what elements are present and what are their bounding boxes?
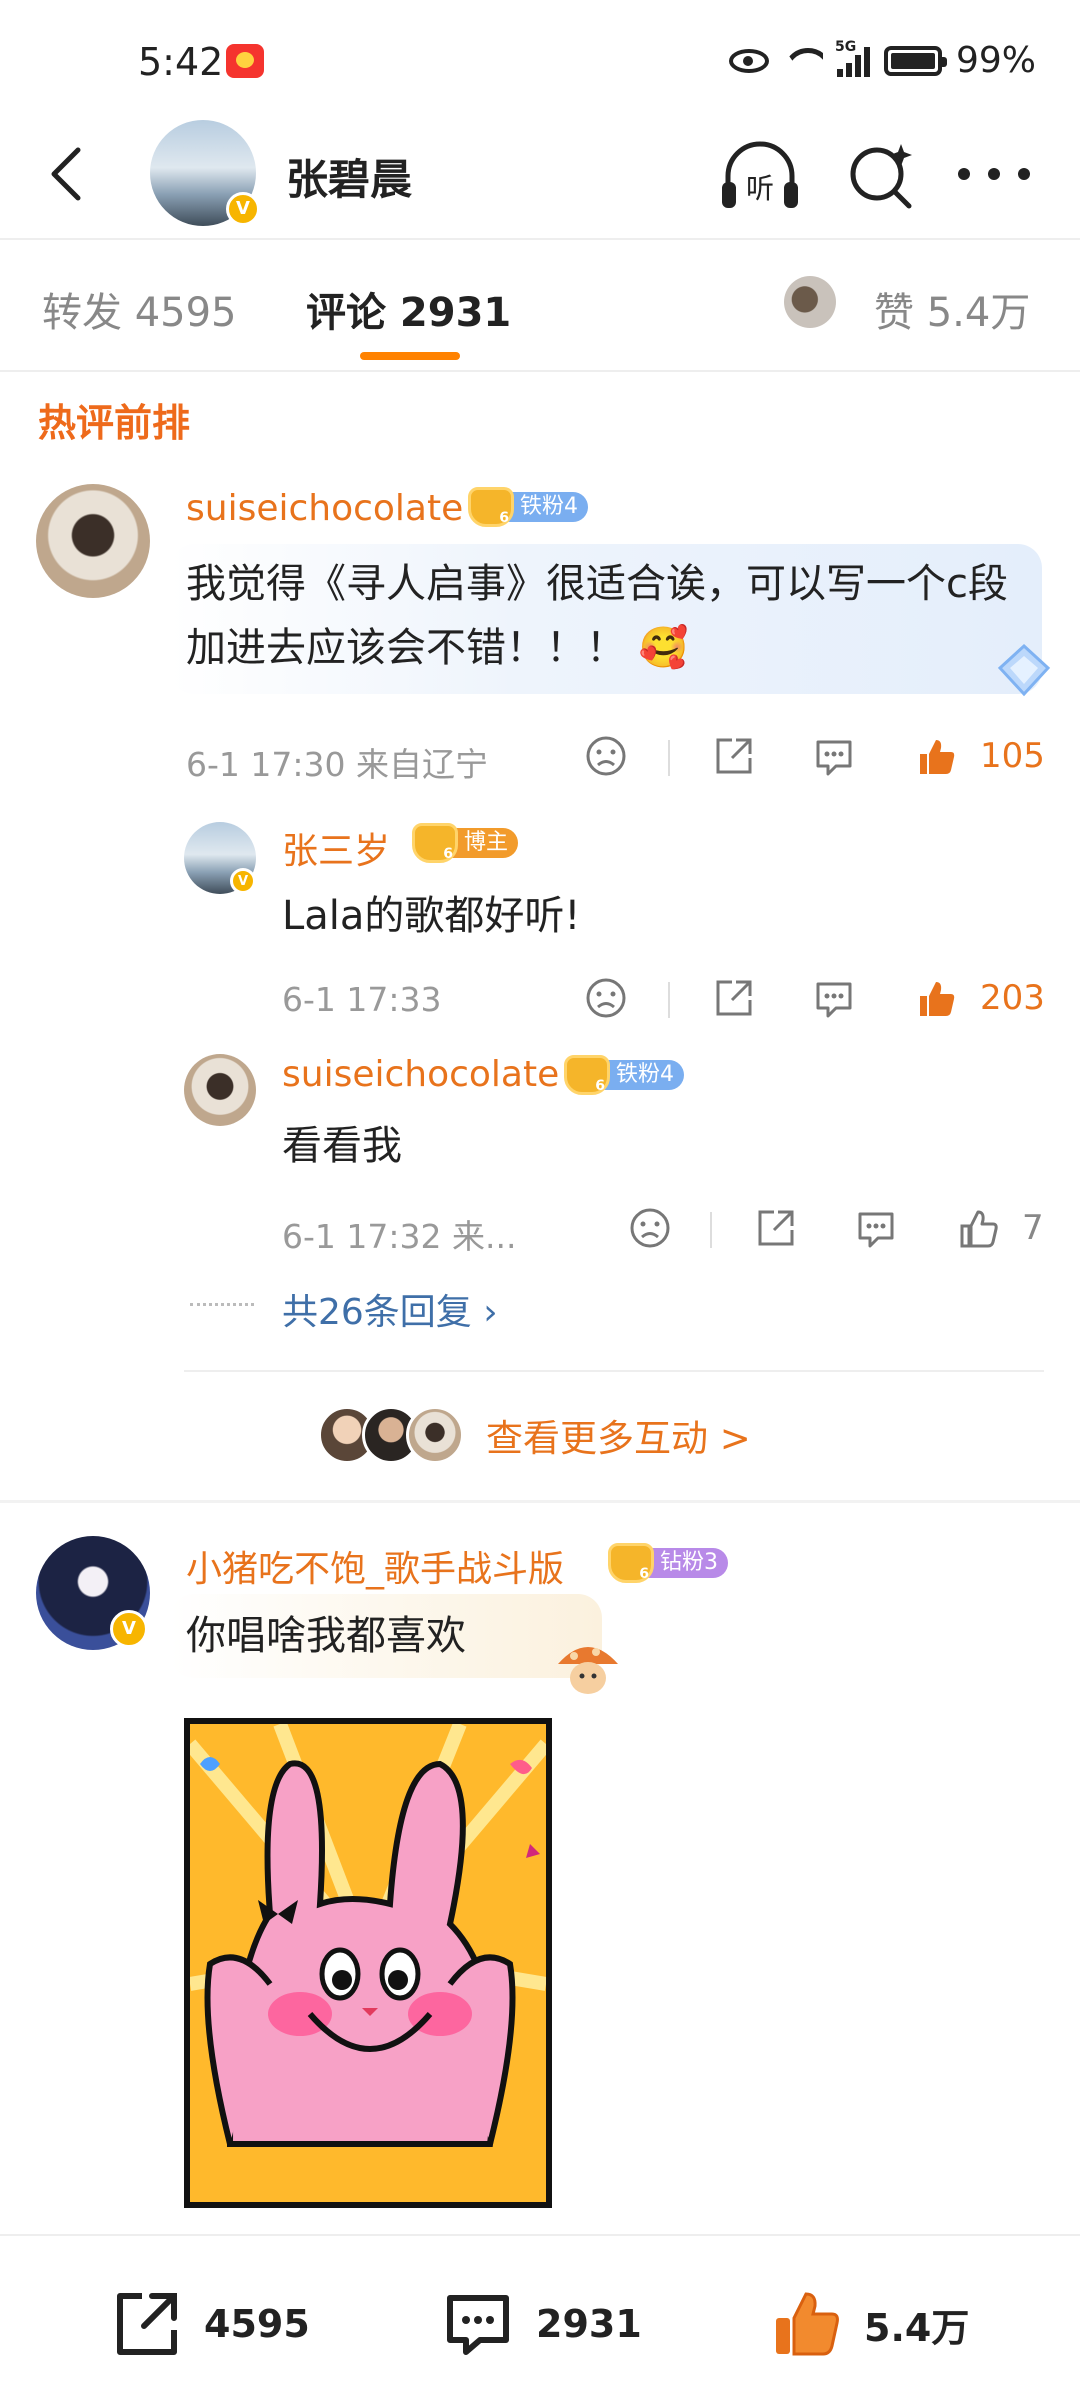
- comment-username[interactable]: 小猪吃不饱_歌手战斗版: [186, 1540, 564, 1592]
- crown-icon: [468, 487, 514, 527]
- bottom-like-button[interactable]: 5.4万: [768, 2284, 969, 2364]
- bottom-comment-button[interactable]: 2931: [440, 2284, 642, 2364]
- listen-icon[interactable]: 听: [718, 138, 802, 214]
- reply-meta: 6-1 17:32 来...: [282, 1217, 517, 1256]
- like-count: 5.4万: [864, 2305, 970, 2350]
- battery-percent: 99%: [955, 40, 1036, 81]
- reply-actions: 7: [624, 1206, 1050, 1256]
- status-bar: 5:42 5G 99%: [0, 0, 1080, 120]
- comment-count: 2931: [536, 2302, 642, 2346]
- like-icon[interactable]: [914, 734, 958, 778]
- reply-icon[interactable]: [854, 1206, 898, 1250]
- listen-label: 听: [746, 172, 774, 205]
- bottom-action-bar: 4595 2931 5.4万: [0, 2234, 1080, 2400]
- liker-avatar: [784, 276, 836, 328]
- repost-count: 4595: [204, 2302, 310, 2346]
- mushroom-sticker-icon: [558, 1647, 618, 1694]
- like-count: 203: [980, 978, 1045, 1018]
- fan-badge-label: 铁粉4: [504, 492, 588, 522]
- reply-actions: 203: [580, 976, 1050, 1026]
- reply-meta: 6-1 17:33: [282, 980, 442, 1019]
- tab-reposts[interactable]: 转发 4595: [42, 280, 237, 338]
- comment-text: 你唱啥我都喜欢: [186, 1613, 466, 1659]
- like-count: 7: [1022, 1208, 1044, 1248]
- reply-avatar[interactable]: [184, 1054, 256, 1126]
- interaction-avatar: [406, 1406, 464, 1464]
- like-count: 105: [980, 736, 1045, 776]
- author-name[interactable]: 张碧晨: [286, 146, 412, 207]
- fan-badge[interactable]: 钻粉3: [608, 1543, 728, 1583]
- status-time: 5:42: [138, 40, 224, 84]
- network-type: 5G: [834, 38, 857, 55]
- fan-badge[interactable]: 铁粉4: [564, 1055, 684, 1095]
- reply-icon[interactable]: [812, 734, 856, 778]
- divider: [0, 1500, 1080, 1503]
- verified-icon: V: [230, 868, 256, 894]
- signal-icon: 5G: [835, 39, 870, 77]
- comment-text: 我觉得《寻人启事》很适合诶，可以写一个c段加进去应该会不错！！！ 🥰: [186, 561, 1008, 671]
- search-icon[interactable]: [843, 138, 919, 214]
- dislike-icon[interactable]: [628, 1206, 672, 1250]
- reply-text: Lala的歌都好听!: [282, 893, 581, 939]
- replies-dots: [190, 1303, 254, 1307]
- like-icon: [776, 2292, 839, 2356]
- divider: [0, 370, 1080, 372]
- comment-username[interactable]: suiseichocolate: [186, 488, 463, 529]
- repost-icon: [117, 2293, 177, 2355]
- crown-icon: [564, 1055, 610, 1095]
- share-icon[interactable]: [754, 1206, 798, 1250]
- hot-comments-title: 热评前排: [38, 401, 191, 445]
- comment-meta: 6-1 17:30 来自辽宁: [186, 745, 488, 784]
- share-icon[interactable]: [712, 976, 756, 1020]
- reply-avatar[interactable]: V: [184, 822, 256, 894]
- active-tab-indicator: [360, 352, 460, 360]
- divider: [184, 1370, 1044, 1372]
- comment-sticker-image[interactable]: [184, 1718, 552, 2208]
- comment-actions: 105: [580, 734, 1050, 784]
- crown-icon: [412, 823, 458, 863]
- more-interactions[interactable]: 查看更多互动 >: [318, 1400, 751, 1470]
- verified-icon: V: [110, 1610, 148, 1648]
- eye-icon: [728, 48, 769, 73]
- battery-fill: [890, 52, 935, 69]
- verified-icon: V: [226, 192, 260, 226]
- more-interactions-link[interactable]: 查看更多互动 >: [486, 1408, 751, 1462]
- comment-avatar[interactable]: [36, 484, 150, 598]
- tab-likes[interactable]: 赞 5.4万: [874, 280, 1030, 338]
- blogger-badge[interactable]: 博主: [412, 823, 519, 863]
- weibo-icon: [226, 44, 264, 78]
- blogger-badge-label: 博主: [448, 828, 519, 858]
- tab-bar: 转发 4595 评论 2931 赞 5.4万: [0, 240, 1080, 370]
- crown-icon: [608, 1543, 654, 1583]
- reply-text: 看看我: [282, 1123, 402, 1169]
- back-icon[interactable]: [38, 142, 102, 206]
- reply-username[interactable]: suiseichocolate: [282, 1054, 559, 1095]
- author-avatar[interactable]: V: [150, 120, 260, 226]
- dislike-icon[interactable]: [584, 976, 628, 1020]
- comment-icon: [447, 2295, 509, 2355]
- emoji: 🥰: [638, 625, 689, 671]
- reply-username[interactable]: 张三岁: [282, 822, 390, 874]
- share-icon[interactable]: [712, 734, 756, 778]
- status-indicators: 5G 99%: [728, 39, 1036, 81]
- battery-icon: [883, 45, 947, 76]
- fan-badge-label: 钻粉3: [644, 1548, 728, 1578]
- fan-badge[interactable]: 铁粉4: [468, 487, 588, 527]
- bottom-repost-button[interactable]: 4595: [108, 2284, 310, 2364]
- fan-badge-label: 铁粉4: [600, 1060, 684, 1090]
- tab-comments[interactable]: 评论 2931: [306, 280, 511, 338]
- more-icon[interactable]: [958, 150, 1030, 198]
- comment-avatar[interactable]: V: [36, 1536, 150, 1650]
- dislike-icon[interactable]: [584, 734, 628, 778]
- pink-bunny-sticker: [190, 1724, 546, 2147]
- like-icon[interactable]: [956, 1206, 1000, 1250]
- view-replies-link[interactable]: 共26条回复 ›: [282, 1283, 498, 1335]
- wifi-icon: [783, 46, 823, 76]
- reply-icon[interactable]: [812, 976, 856, 1020]
- post-header: V 张碧晨 听: [0, 120, 1080, 238]
- like-icon[interactable]: [914, 976, 958, 1020]
